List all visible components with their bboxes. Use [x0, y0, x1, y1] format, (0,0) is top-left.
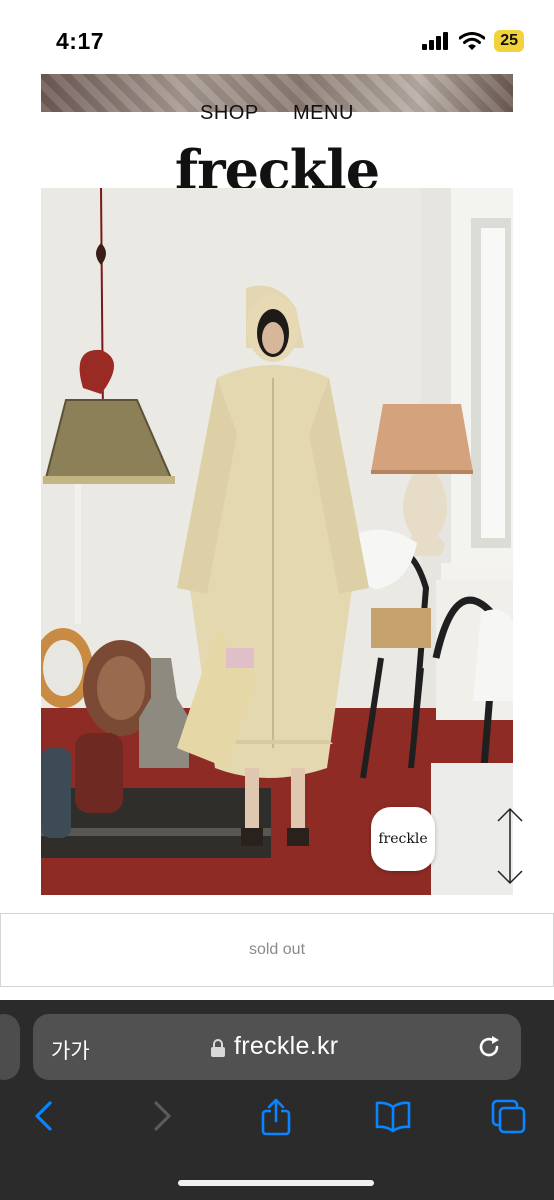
lock-icon: [211, 1039, 225, 1057]
tabs-icon[interactable]: [490, 1098, 528, 1136]
previous-tab-peek[interactable]: [0, 1014, 20, 1080]
sold-out-button[interactable]: sold out: [0, 913, 554, 987]
reload-icon[interactable]: [475, 1033, 503, 1061]
status-time: 4:17: [56, 28, 105, 54]
url-text[interactable]: freckle.kr: [234, 1032, 338, 1061]
text-size-button[interactable]: 가가: [51, 1035, 90, 1065]
product-image[interactable]: [41, 188, 513, 895]
home-indicator[interactable]: [178, 1180, 374, 1186]
battery-indicator: 25: [494, 30, 524, 52]
forward-icon[interactable]: [148, 1098, 176, 1134]
signal-icon: [422, 32, 449, 50]
back-icon[interactable]: [30, 1098, 58, 1134]
nav-shop-link[interactable]: SHOP: [200, 102, 259, 125]
wifi-icon: [459, 31, 486, 50]
brand-badge[interactable]: freckle: [371, 807, 435, 871]
share-icon[interactable]: [259, 1098, 293, 1136]
bookmarks-icon[interactable]: [374, 1098, 412, 1134]
site-nav: SHOP MENU: [0, 102, 554, 128]
scroll-arrows-icon[interactable]: [494, 805, 526, 887]
status-icons: 25: [422, 30, 524, 52]
status-bar: 4:17 25: [0, 0, 554, 70]
nav-menu-link[interactable]: MENU: [293, 102, 354, 125]
